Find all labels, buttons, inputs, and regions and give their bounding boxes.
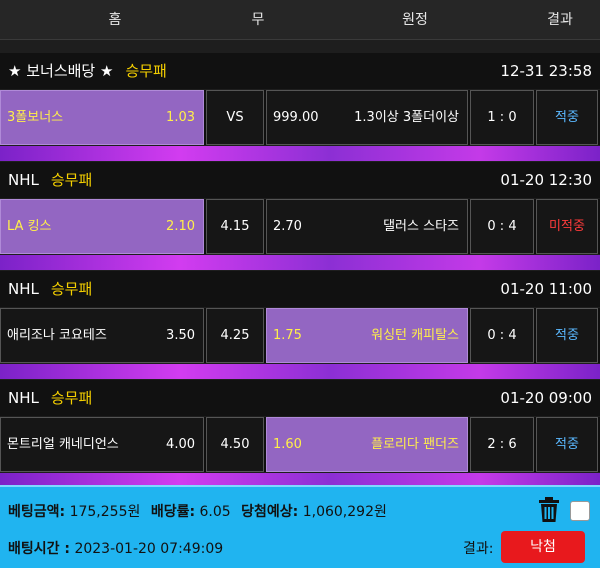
game-block: NHL 승무패 01-20 11:00 애리조나 코요테즈 3.50 4.25 1… <box>0 271 600 379</box>
header-draw: 무 <box>251 12 265 28</box>
column-header: 홈 무 원정 결과 <box>0 0 600 40</box>
home-team: 3폴보너스 <box>7 110 64 125</box>
bet-type: 승무패 <box>125 62 167 80</box>
away-odds: 999.00 <box>273 110 319 125</box>
game-time: 01-20 11:00 <box>500 280 592 298</box>
league-label: ★ 보너스배당 ★ 승무패 <box>8 53 167 89</box>
expected-value: 1,060,292원 <box>302 504 387 520</box>
away-odds-cell[interactable]: 1.60 플로리다 팬더즈 <box>266 417 468 472</box>
game-header: ★ 보너스배당 ★ 승무패 12-31 23:58 <box>0 53 600 89</box>
game-time: 01-20 12:30 <box>500 171 592 189</box>
home-odds-cell[interactable]: LA 킹스 2.10 <box>0 199 204 254</box>
game-header: NHL 승무패 01-20 12:30 <box>0 162 600 198</box>
away-odds-cell[interactable]: 1.75 워싱턴 캐피탈스 <box>266 308 468 363</box>
bet-type: 승무패 <box>50 389 93 407</box>
draw-odds-cell[interactable]: 4.25 <box>206 308 264 363</box>
away-team: 워싱턴 캐피탈스 <box>371 328 459 343</box>
divider-glow <box>0 255 600 270</box>
expected-label: 당첨예상: <box>241 504 299 520</box>
game-time: 12-31 23:58 <box>500 62 592 80</box>
bet-time-label: 배팅시간 : <box>8 541 70 557</box>
odds-row: LA 킹스 2.10 4.15 2.70 댈러스 스타즈 0 : 4 미적중 <box>0 199 600 254</box>
home-team: LA 킹스 <box>7 219 52 234</box>
home-team: 애리조나 코요테즈 <box>7 328 107 343</box>
odds-label: 배당률: <box>150 504 196 520</box>
home-odds: 2.10 <box>166 219 195 234</box>
game-block: NHL 승무패 01-20 12:30 LA 킹스 2.10 4.15 2.70 … <box>0 162 600 270</box>
score-cell: 2 : 6 <box>470 417 534 472</box>
result-button[interactable]: 낙첨 <box>501 531 585 563</box>
home-team: 몬트리얼 캐네디언스 <box>7 437 119 452</box>
divider-glow <box>0 146 600 161</box>
home-odds: 4.00 <box>166 437 195 452</box>
bet-time-line: 배팅시간 : 2023-01-20 07:49:09 <box>8 538 223 558</box>
draw-odds-cell[interactable]: 4.15 <box>206 199 264 254</box>
home-odds: 3.50 <box>166 328 195 343</box>
bet-amount: 175,255원 <box>69 504 141 520</box>
home-odds-cell[interactable]: 몬트리얼 캐네디언스 4.00 <box>0 417 204 472</box>
score-cell: 0 : 4 <box>470 308 534 363</box>
header-home: 홈 <box>108 12 122 28</box>
league-name: NHL <box>8 280 39 298</box>
score-cell: 0 : 4 <box>470 199 534 254</box>
away-odds: 2.70 <box>273 219 302 234</box>
away-team: 1.3이상 3폴더이상 <box>354 110 459 125</box>
bet-info-line: 베팅금액: 175,255원 배당률: 6.05 당첨예상: 1,060,292… <box>8 501 387 521</box>
result-label: 결과: <box>463 541 494 557</box>
away-odds: 1.60 <box>273 437 302 452</box>
game-header: NHL 승무패 01-20 09:00 <box>0 380 600 416</box>
result-cell: 적중 <box>536 90 598 145</box>
game-time: 01-20 09:00 <box>500 389 592 407</box>
result-cell: 미적중 <box>536 199 598 254</box>
away-odds-cell[interactable]: 999.00 1.3이상 3폴더이상 <box>266 90 468 145</box>
result-cell: 적중 <box>536 417 598 472</box>
game-block: NHL 승무패 01-20 09:00 몬트리얼 캐네디언스 4.00 4.50 … <box>0 380 600 488</box>
select-checkbox[interactable] <box>570 501 590 521</box>
away-odds-cell[interactable]: 2.70 댈러스 스타즈 <box>266 199 468 254</box>
bet-summary: 베팅금액: 175,255원 배당률: 6.05 당첨예상: 1,060,292… <box>0 485 600 568</box>
bet-type: 승무패 <box>50 280 93 298</box>
home-odds: 1.03 <box>166 110 195 125</box>
odds-row: 몬트리얼 캐네디언스 4.00 4.50 1.60 플로리다 팬더즈 2 : 6… <box>0 417 600 472</box>
score-cell: 1 : 0 <box>470 90 534 145</box>
draw-odds-cell[interactable]: 4.50 <box>206 417 264 472</box>
trash-icon[interactable] <box>538 497 560 523</box>
odds-row: 애리조나 코요테즈 3.50 4.25 1.75 워싱턴 캐피탈스 0 : 4 … <box>0 308 600 363</box>
home-odds-cell[interactable]: 3폴보너스 1.03 <box>0 90 204 145</box>
game-header: NHL 승무패 01-20 11:00 <box>0 271 600 307</box>
away-odds: 1.75 <box>273 328 302 343</box>
league-label: NHL 승무패 <box>8 162 92 198</box>
result-cell: 적중 <box>536 308 598 363</box>
bet-type: 승무패 <box>50 171 93 189</box>
away-team: 댈러스 스타즈 <box>383 219 459 234</box>
bet-time: 2023-01-20 07:49:09 <box>74 541 224 557</box>
odds-row: 3폴보너스 1.03 VS 999.00 1.3이상 3폴더이상 1 : 0 적… <box>0 90 600 145</box>
header-away: 원정 <box>402 12 428 28</box>
league-label: NHL 승무패 <box>8 380 92 416</box>
odds-value: 6.05 <box>199 504 231 520</box>
draw-odds-cell[interactable]: VS <box>206 90 264 145</box>
league-name: NHL <box>8 389 39 407</box>
divider-glow <box>0 364 600 379</box>
bet-amount-label: 베팅금액: <box>8 504 66 520</box>
league-name: NHL <box>8 171 39 189</box>
league-name: ★ 보너스배당 ★ <box>8 62 114 80</box>
home-odds-cell[interactable]: 애리조나 코요테즈 3.50 <box>0 308 204 363</box>
league-label: NHL 승무패 <box>8 271 92 307</box>
game-block: ★ 보너스배당 ★ 승무패 12-31 23:58 3폴보너스 1.03 VS 9… <box>0 53 600 161</box>
header-result: 결과 <box>547 12 573 28</box>
away-team: 플로리다 팬더즈 <box>371 437 459 452</box>
